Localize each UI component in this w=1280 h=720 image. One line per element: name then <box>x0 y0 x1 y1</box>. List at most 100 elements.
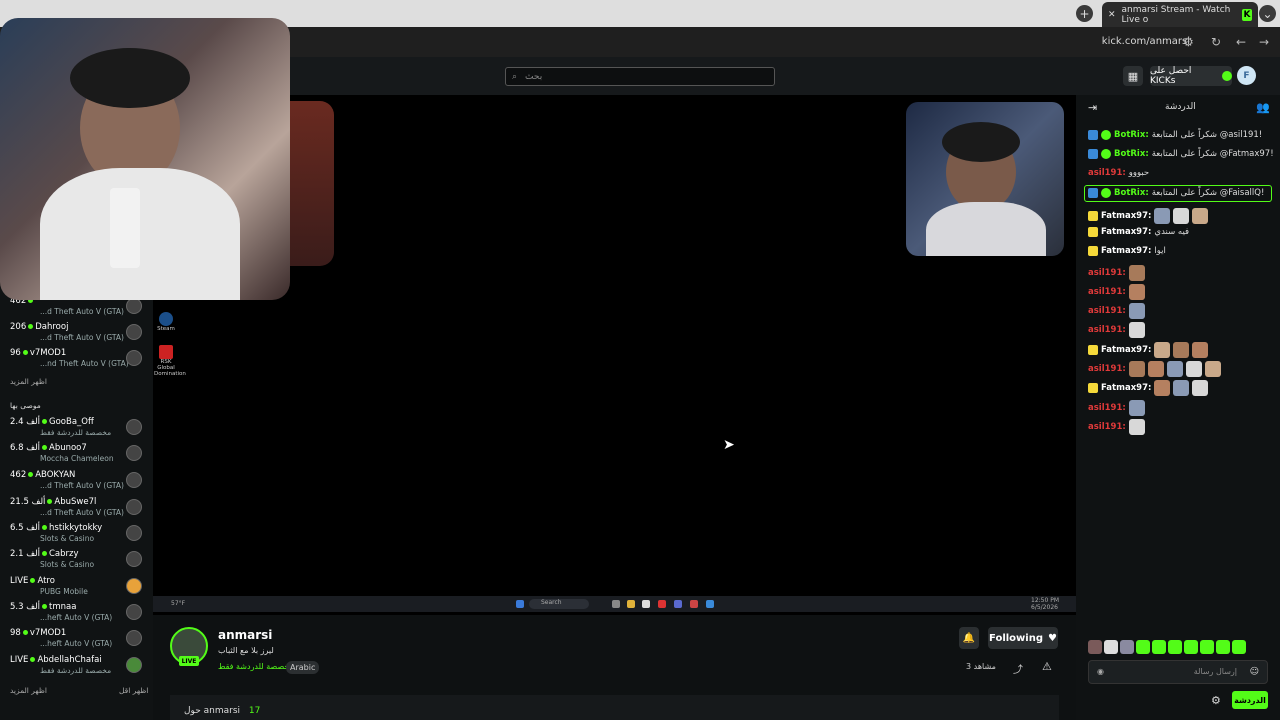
channel-game: ...d Theft Auto V (GTA) <box>40 333 124 342</box>
chat-message[interactable]: Fatmax97: <box>1088 380 1209 396</box>
emoji-icon[interactable]: ◉ <box>1097 667 1104 676</box>
back-icon[interactable]: ← <box>1236 35 1246 49</box>
chat-message[interactable]: asil191: حبووو <box>1088 168 1149 178</box>
sidebar-channel[interactable]: 6.5 ألف hstikkytokky Slots & Casino <box>0 523 153 549</box>
user-badge-icon <box>1088 149 1098 159</box>
taskbar-date: 6/5/2026 <box>1031 604 1058 611</box>
get-kicks-button[interactable]: احصل على KICKs <box>1150 66 1232 86</box>
sidebar-channel[interactable]: 98 v7MOD1 ...heft Auto V (GTA) <box>0 628 153 654</box>
sidebar-channel[interactable]: 6.8 ألف Abunoo7 Moccha Chameleon <box>0 443 153 469</box>
sidebar-channel[interactable]: 2.1 ألف Cabrzy Slots & Casino <box>0 549 153 575</box>
chat-emote-icon <box>1154 208 1171 224</box>
url-field[interactable]: kick.com/anmarsi <box>1102 36 1190 47</box>
chat-message[interactable]: Fatmax97: <box>1088 342 1209 358</box>
chat-message[interactable]: BotRix: شكراً على المتابعة @asil191! <box>1088 130 1262 140</box>
chat-username[interactable]: Fatmax97: <box>1101 211 1151 221</box>
chat-username[interactable]: Fatmax97: <box>1101 246 1151 256</box>
emote-icon[interactable] <box>1200 640 1214 654</box>
emote-icon[interactable] <box>1168 640 1182 654</box>
chat-username[interactable]: asil191: <box>1088 306 1126 316</box>
sidebar-channel[interactable]: 2.4 ألف GooBa_Off مخصصة للدردشة فقط <box>0 417 153 443</box>
sidebar-channel[interactable]: LIVE AbdellahChafai مخصصة للدردشة فقط <box>0 655 153 681</box>
chat-username[interactable]: Fatmax97: <box>1101 345 1151 355</box>
show-more-link[interactable]: اظهر المزيد <box>10 686 47 695</box>
emote-icon[interactable] <box>1088 640 1102 654</box>
channel-game: PUBG Mobile <box>40 587 88 596</box>
chat-username[interactable]: asil191: <box>1088 268 1126 278</box>
profile-avatar[interactable]: F <box>1237 66 1256 85</box>
chat-message[interactable]: asil191: <box>1088 361 1221 377</box>
sidebar-channel[interactable]: LIVE Atro PUBG Mobile <box>0 576 153 602</box>
sidebar-channel[interactable]: 5.3 ألف tmnaa ...heft Auto V (GTA) <box>0 602 153 628</box>
chat-username[interactable]: asil191: <box>1088 287 1126 297</box>
chat-message[interactable]: Fatmax97: فيه سندي <box>1088 227 1189 237</box>
streamer-name[interactable]: anmarsi <box>218 628 272 642</box>
chat-message[interactable]: BotRix: شكراً على المتابعة @FaisallQ! <box>1088 188 1264 198</box>
show-less-link[interactable]: اظهر اقل <box>119 686 148 695</box>
sidebar-channel[interactable]: 96 v7MOD1 ...nd Theft Auto V (GTA) <box>0 348 153 374</box>
chat-message[interactable]: asil191: <box>1088 303 1145 319</box>
following-button[interactable]: Following ♥ <box>988 627 1058 649</box>
search-input[interactable]: ⌕ بحث <box>505 67 775 86</box>
chat-settings-gear-icon[interactable]: ⚙ <box>1211 694 1221 707</box>
emote-icon[interactable] <box>1232 640 1246 654</box>
chat-title: الدردشة <box>1165 102 1196 112</box>
chat-message[interactable]: asil191: <box>1088 322 1145 338</box>
smile-icon[interactable]: ☺ <box>1250 667 1259 677</box>
chat-username[interactable]: Fatmax97: <box>1101 383 1151 393</box>
desktop-icon-rsk: RSK Global Domination <box>154 345 186 377</box>
tab-menu-chevron-icon[interactable]: ⌄ <box>1259 5 1276 22</box>
chat-username[interactable]: asil191: <box>1088 422 1126 432</box>
user-badge-icon <box>1088 188 1098 198</box>
emote-icon[interactable] <box>1120 640 1134 654</box>
user-badge-icon <box>1088 130 1098 140</box>
chat-message[interactable]: Fatmax97: ايوا <box>1088 246 1166 256</box>
show-more-link[interactable]: اظهر المزيد <box>10 377 47 386</box>
chat-username[interactable]: asil191: <box>1088 403 1126 413</box>
chat-message[interactable]: asil191: <box>1088 419 1145 435</box>
chat-username[interactable]: asil191: <box>1088 168 1126 178</box>
recommended-title: موصى بها <box>10 401 41 410</box>
chat-username[interactable]: asil191: <box>1088 325 1126 335</box>
sidebar-channel[interactable]: 206 Dahrooj ...d Theft Auto V (GTA) <box>0 322 153 348</box>
collapse-chat-icon[interactable]: ⇥ <box>1088 101 1097 114</box>
chat-username[interactable]: asil191: <box>1088 364 1126 374</box>
stream-category[interactable]: مخصصة للدردشة فقط <box>218 662 294 671</box>
new-tab-button[interactable]: + <box>1076 5 1093 22</box>
forward-icon[interactable]: → <box>1259 35 1269 49</box>
chat-username[interactable]: Fatmax97: <box>1101 227 1151 237</box>
channel-avatar <box>126 499 142 515</box>
chat-message[interactable]: asil191: <box>1088 400 1145 416</box>
emote-icon[interactable] <box>1136 640 1150 654</box>
emote-icon[interactable] <box>1152 640 1166 654</box>
chat-input[interactable]: ◉ إرسال رسالة ☺ <box>1088 660 1268 684</box>
sidebar-channel[interactable]: 462 ABOKYAN ...d Theft Auto V (GTA) <box>0 470 153 496</box>
desktop-icon-steam: Steam <box>154 312 178 332</box>
chat-username[interactable]: BotRix: <box>1114 149 1149 159</box>
users-icon[interactable]: 👥 <box>1256 101 1270 114</box>
site-settings-icon[interactable]: ⚙ <box>1183 35 1194 49</box>
chat-message[interactable]: asil191: <box>1088 284 1145 300</box>
chat-username[interactable]: BotRix: <box>1114 188 1149 198</box>
chat-username[interactable]: BotRix: <box>1114 130 1149 140</box>
browse-button[interactable]: ▦ <box>1123 66 1143 86</box>
share-icon[interactable]: ⤴ <box>1013 661 1023 676</box>
report-icon[interactable]: ⚠ <box>1042 660 1052 673</box>
chat-text: شكراً على المتابعة @Fatmax97! <box>1151 149 1274 159</box>
emote-icon[interactable] <box>1184 640 1198 654</box>
emote-icon[interactable] <box>1216 640 1230 654</box>
language-tag[interactable]: Arabic <box>286 661 320 674</box>
stream-title: ليرز بلا مع الثباب <box>218 646 274 655</box>
sidebar-channel[interactable]: 21.5 ألف AbuSwe7l ...d Theft Auto V (GTA) <box>0 497 153 523</box>
notification-button[interactable]: 🔔 <box>959 627 979 649</box>
close-tab-icon[interactable]: ✕ <box>1108 10 1116 20</box>
emote-icon[interactable] <box>1104 640 1118 654</box>
reload-icon[interactable]: ↻ <box>1211 35 1221 49</box>
channel-game: Slots & Casino <box>40 560 95 569</box>
chat-message[interactable]: Fatmax97: <box>1088 208 1209 224</box>
chat-message[interactable]: asil191: <box>1088 265 1145 281</box>
chat-send-button[interactable]: الدردشة <box>1232 691 1268 709</box>
channel-name: Dahrooj <box>35 322 69 332</box>
chat-message[interactable]: BotRix: شكراً على المتابعة @Fatmax97! <box>1088 149 1274 159</box>
browser-tab[interactable]: ✕ anmarsi Stream - Watch Live o K <box>1102 2 1258 27</box>
